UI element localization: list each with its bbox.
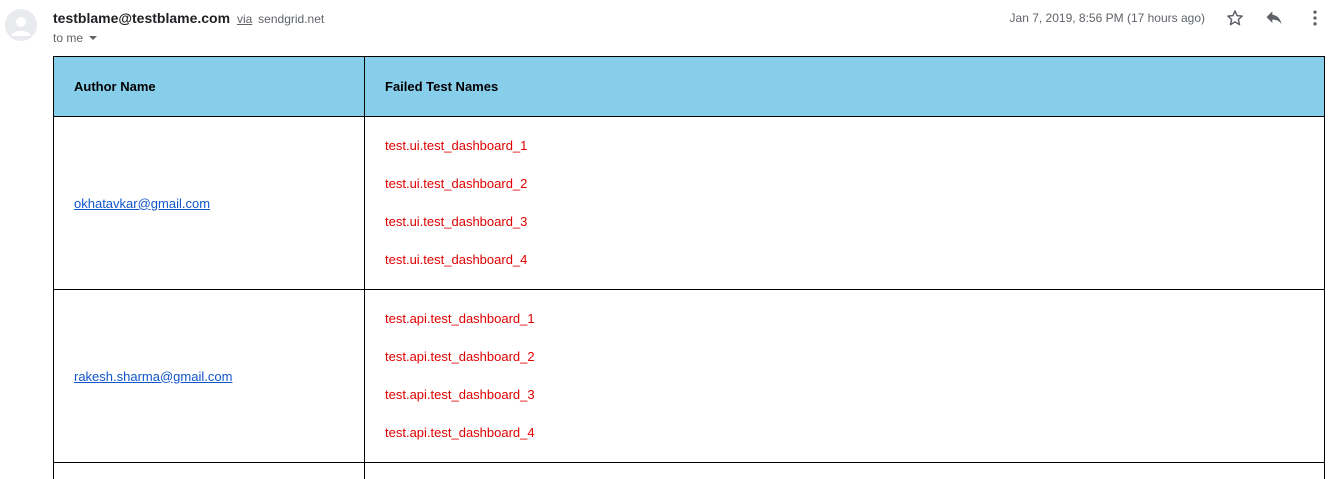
failed-tests-table: Author Name Failed Test Names okhatavkar… bbox=[53, 56, 1325, 479]
table-row bbox=[53, 462, 1325, 479]
failed-test-name: test.api.test_dashboard_2 bbox=[385, 349, 535, 364]
table-row: okhatavkar@gmail.com test.ui.test_dashbo… bbox=[53, 116, 1325, 290]
column-header-author: Author Name bbox=[53, 56, 365, 117]
column-header-failed-tests: Failed Test Names bbox=[364, 56, 1325, 117]
table-row: rakesh.sharma@gmail.com test.api.test_da… bbox=[53, 289, 1325, 463]
message-date: Jan 7, 2019, 8:56 PM (17 hours ago) bbox=[1009, 11, 1205, 25]
failed-tests-cell: test.api.test_dashboard_1 test.api.test_… bbox=[364, 289, 1325, 463]
failed-test-name: test.api.test_dashboard_4 bbox=[385, 425, 535, 440]
failed-test-name: test.ui.test_dashboard_1 bbox=[385, 138, 528, 153]
author-cell: okhatavkar@gmail.com bbox=[53, 116, 365, 290]
via-link[interactable]: via bbox=[237, 12, 252, 26]
recipient-details-toggle[interactable]: to me bbox=[53, 30, 98, 46]
failed-test-name: test.ui.test_dashboard_2 bbox=[385, 176, 528, 191]
author-email-link[interactable]: okhatavkar@gmail.com bbox=[74, 196, 210, 211]
failed-tests-cell bbox=[364, 462, 1325, 479]
failed-test-name: test.api.test_dashboard_1 bbox=[385, 311, 535, 326]
more-options-button[interactable] bbox=[1303, 6, 1327, 30]
table-header-row: Author Name Failed Test Names bbox=[53, 56, 1325, 117]
failed-test-name: test.api.test_dashboard_3 bbox=[385, 387, 535, 402]
to-label: to me bbox=[53, 31, 84, 45]
author-cell bbox=[53, 462, 365, 479]
failed-tests-cell: test.ui.test_dashboard_1 test.ui.test_da… bbox=[364, 116, 1325, 290]
author-email-link[interactable]: rakesh.sharma@gmail.com bbox=[74, 369, 232, 384]
star-button[interactable] bbox=[1223, 6, 1247, 30]
sender-email[interactable]: testblame@testblame.com bbox=[53, 10, 230, 26]
star-icon bbox=[1227, 10, 1243, 26]
chevron-down-icon bbox=[89, 36, 98, 40]
email-message: testblame@testblame.com via sendgrid.net… bbox=[0, 0, 1344, 479]
via-domain: sendgrid.net bbox=[258, 12, 325, 26]
reply-button[interactable] bbox=[1262, 6, 1286, 30]
sender-line: testblame@testblame.com via sendgrid.net bbox=[53, 9, 324, 28]
more-vert-icon bbox=[1313, 10, 1317, 26]
avatar bbox=[5, 9, 37, 41]
reply-icon bbox=[1266, 11, 1282, 25]
failed-test-name: test.ui.test_dashboard_4 bbox=[385, 252, 528, 267]
author-cell: rakesh.sharma@gmail.com bbox=[53, 289, 365, 463]
avatar-placeholder-icon bbox=[5, 9, 37, 41]
failed-test-name: test.ui.test_dashboard_3 bbox=[385, 214, 528, 229]
